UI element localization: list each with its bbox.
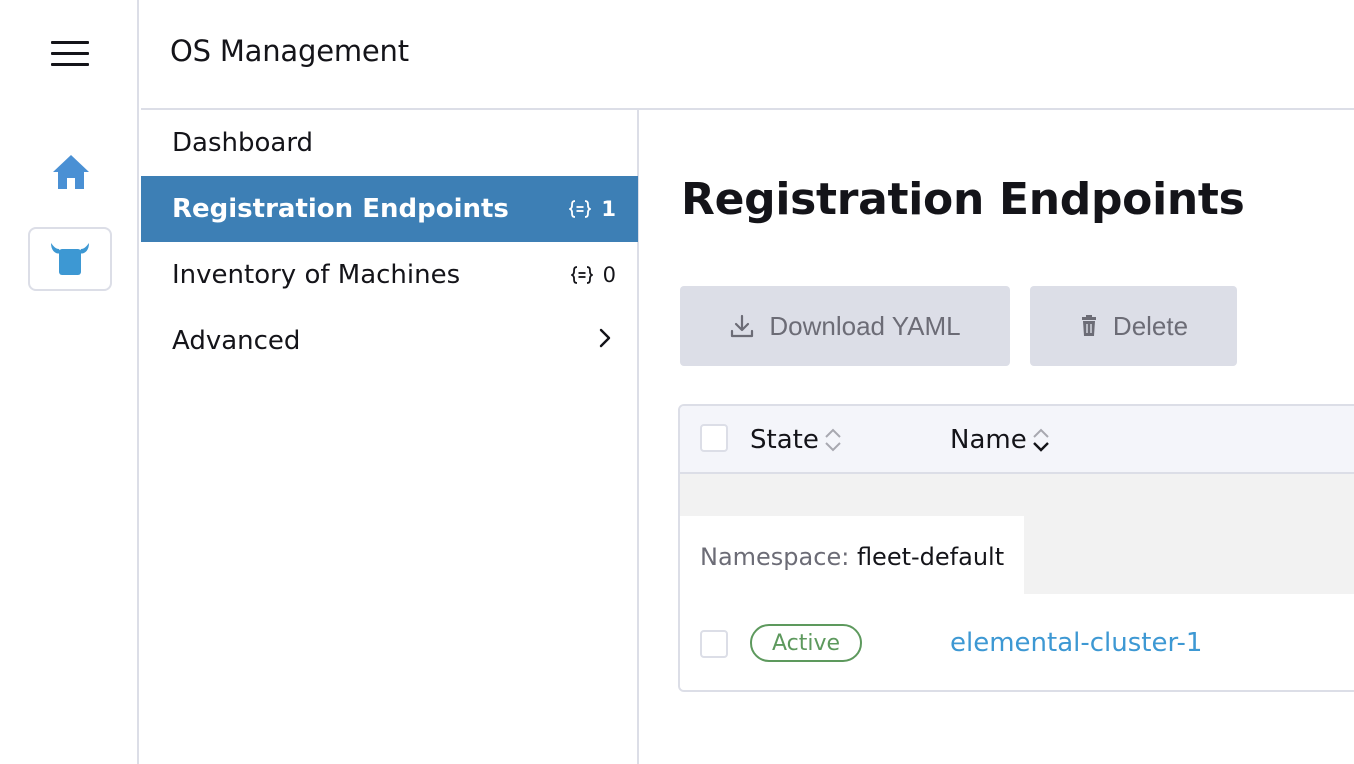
- side-navigation: Dashboard Registration Endpoints 1 Inven…: [141, 110, 639, 764]
- delete-button[interactable]: Delete: [1030, 286, 1237, 366]
- download-icon: [731, 314, 754, 338]
- namespace-group-label: Namespace: fleet-default: [700, 543, 1005, 571]
- column-header-name[interactable]: Name: [950, 425, 1051, 455]
- select-all-checkbox[interactable]: [700, 424, 728, 452]
- sort-descending-icon: [1032, 428, 1049, 452]
- header-title: OS Management: [170, 34, 409, 68]
- download-yaml-button[interactable]: Download YAML: [680, 286, 1010, 366]
- status-badge: Active: [750, 624, 863, 662]
- row-checkbox[interactable]: [700, 630, 728, 658]
- resource-braces-icon: [569, 200, 592, 218]
- page-title: Registration Endpoints: [681, 174, 1245, 225]
- table-row: Active elemental-cluster-1: [680, 594, 1354, 690]
- nav-count-value: 1: [601, 197, 616, 221]
- nav-item-label: Registration Endpoints: [172, 194, 509, 224]
- chevron-right-icon: [598, 326, 612, 356]
- elemental-bull-icon: [51, 243, 89, 275]
- top-header: OS Management: [141, 0, 1354, 110]
- nav-count-value: 0: [602, 263, 616, 287]
- nav-item-count: 1: [569, 197, 616, 221]
- nav-item-registration-endpoints[interactable]: Registration Endpoints 1: [141, 176, 638, 242]
- nav-item-label: Advanced: [172, 326, 301, 356]
- nav-item-label: Dashboard: [172, 128, 314, 158]
- hamburger-menu-icon[interactable]: [51, 40, 89, 68]
- namespace-value: fleet-default: [856, 543, 1005, 571]
- home-icon[interactable]: [46, 148, 96, 196]
- trash-icon: [1081, 315, 1096, 336]
- download-yaml-label: Download YAML: [769, 310, 961, 341]
- nav-item-count: 0: [570, 263, 616, 287]
- registration-endpoints-table: State Name Namespace: fleet-default Acti…: [678, 404, 1354, 692]
- resource-braces-icon: [570, 266, 593, 284]
- nav-item-dashboard[interactable]: Dashboard: [141, 110, 638, 176]
- nav-item-advanced[interactable]: Advanced: [141, 308, 638, 374]
- table-header: State Name: [680, 406, 1354, 474]
- column-header-state[interactable]: State: [750, 425, 843, 455]
- delete-label: Delete: [1112, 310, 1189, 341]
- elemental-app-button[interactable]: [28, 227, 112, 291]
- endpoint-name-link[interactable]: elemental-cluster-1: [950, 628, 1202, 658]
- nav-item-inventory-of-machines[interactable]: Inventory of Machines 0: [141, 242, 638, 308]
- nav-item-label: Inventory of Machines: [172, 260, 461, 290]
- icon-rail: [0, 0, 139, 764]
- main-content: Registration Endpoints Download YAML Del…: [641, 112, 1354, 764]
- sort-icon: [825, 428, 841, 452]
